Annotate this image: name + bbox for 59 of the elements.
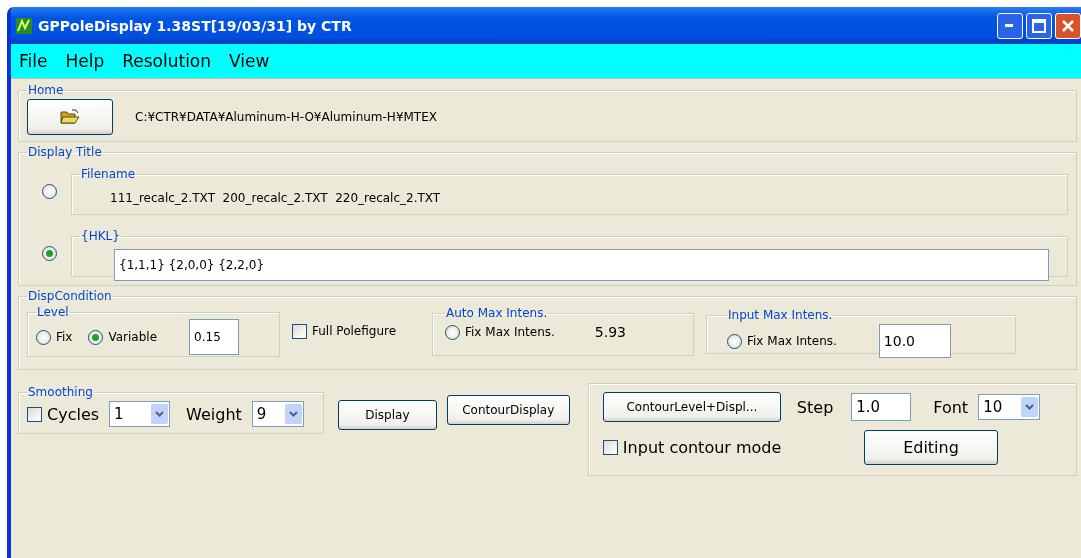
- intensity-value: 5.93: [594, 324, 626, 340]
- option-label: Fix: [56, 330, 73, 344]
- menu-item[interactable]: File: [17, 51, 50, 71]
- window-title: GPPoleDisplay 1.38ST[19/03/31] by CTR: [38, 17, 353, 34]
- radio-button[interactable]: [445, 324, 460, 340]
- app-icon: [16, 17, 32, 34]
- folder-icon: [60, 109, 80, 125]
- maximize-button[interactable]: [1026, 12, 1052, 39]
- checkbox-label: Full Polefigure: [312, 324, 397, 338]
- display-button[interactable]: Display: [338, 400, 437, 430]
- chevron-down-icon: [1025, 404, 1035, 410]
- option-label: Fix Max Intens.: [747, 334, 837, 348]
- group-label: Filename: [80, 167, 137, 181]
- group-label: DispCondition: [27, 289, 113, 303]
- checkbox[interactable]: [602, 440, 618, 455]
- checkbox[interactable]: [292, 323, 307, 339]
- input-field[interactable]: 0.15: [189, 319, 240, 355]
- step-label: Step: [796, 397, 834, 417]
- open-folder-button[interactable]: [27, 99, 113, 135]
- checkbox-label: Input contour mode: [622, 438, 782, 457]
- chevron-down-icon: [288, 411, 298, 417]
- input-field[interactable]: 10.0: [878, 324, 951, 358]
- option-label: Fix Max Intens.: [465, 325, 555, 339]
- dropdown[interactable]: 10: [978, 394, 1041, 420]
- radio-button[interactable]: [727, 333, 742, 349]
- radio-button[interactable]: [36, 329, 51, 345]
- close-button[interactable]: [1055, 12, 1081, 39]
- close-icon: [1061, 18, 1075, 33]
- contour-display-button[interactable]: ContourDisplay: [446, 395, 570, 425]
- dropdown[interactable]: 1: [109, 401, 171, 427]
- input-field[interactable]: {1,1,1} {2,0,0} {2,2,0}: [114, 249, 1049, 281]
- folder-path: C:¥CTR¥DATA¥Aluminum-H-O¥Aluminum-H¥MTEX: [135, 110, 437, 124]
- checkbox[interactable]: [27, 406, 42, 422]
- group-label: {HKL}: [80, 229, 121, 243]
- minimize-button[interactable]: [997, 12, 1023, 39]
- group-label: Smoothing: [27, 385, 94, 399]
- contour-level-button[interactable]: ContourLevel+Displ...: [602, 392, 781, 422]
- radio-button[interactable]: [88, 329, 104, 345]
- chevron-down-icon: [155, 411, 165, 417]
- group-label: Level: [36, 305, 70, 319]
- radio-button[interactable]: [41, 245, 57, 261]
- input-field[interactable]: 1.0: [851, 393, 912, 421]
- weight-label: Weight: [186, 404, 242, 424]
- group-label: Input Max Intens.: [727, 308, 834, 322]
- dropdown[interactable]: 9: [251, 401, 304, 427]
- radio-button[interactable]: [41, 183, 57, 199]
- maximize-icon: [1032, 18, 1046, 33]
- minimize-icon: [1005, 23, 1015, 28]
- group-label: Home: [27, 83, 65, 97]
- group-label: Display Title: [27, 145, 103, 159]
- editing-button[interactable]: Editing: [864, 430, 998, 465]
- group-label: Auto Max Intens.: [445, 306, 549, 320]
- checkbox-label: Cycles: [47, 404, 100, 424]
- menu-item[interactable]: View: [227, 51, 272, 71]
- filename-list: 111_recalc_2.TXT 200_recalc_2.TXT 220_recalc_2.TXT: [80, 181, 1059, 205]
- option-label: Variable: [108, 330, 158, 344]
- font-label: Font: [933, 397, 969, 417]
- menu-item[interactable]: Resolution: [120, 51, 214, 71]
- menu-item[interactable]: Help: [63, 51, 107, 71]
